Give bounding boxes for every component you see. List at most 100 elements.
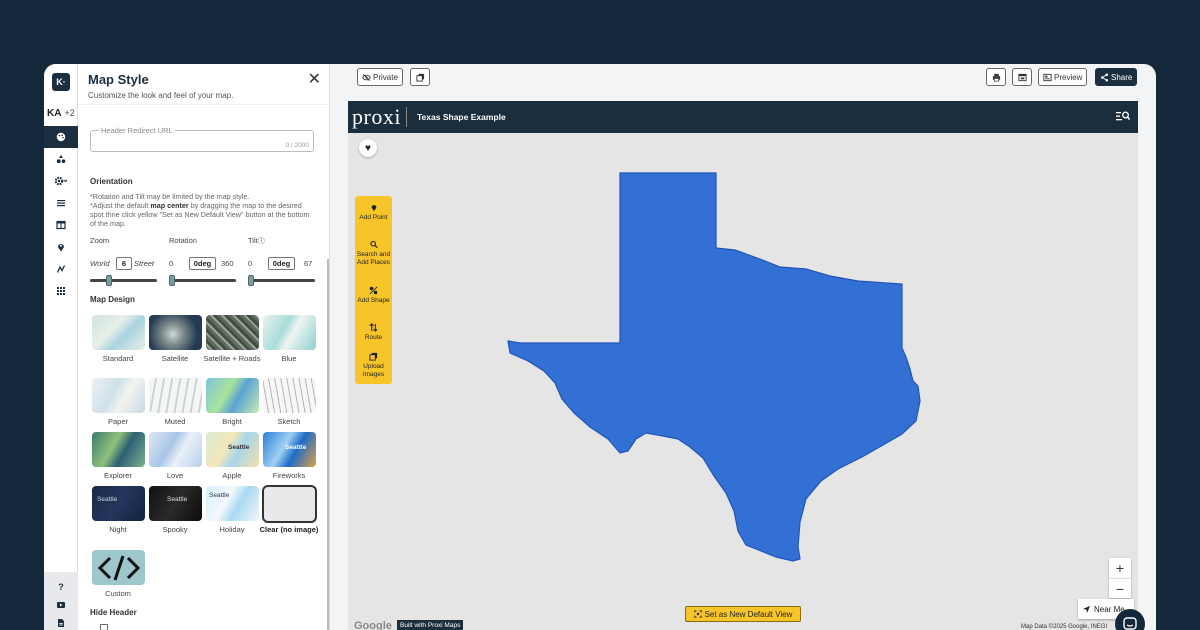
zoom-out-button[interactable]: −	[1109, 578, 1131, 598]
zoom-label: Zoom	[90, 236, 110, 245]
tile-text: Seattle	[167, 496, 188, 503]
hide-header-checkbox[interactable]	[100, 624, 108, 630]
orientation-note: *Rotation and Tilt may be limited by the…	[90, 192, 312, 228]
map-preview[interactable]: proxi Texas Shape Example ♥ Add Point Se…	[348, 101, 1138, 630]
rotation-slider-thumb[interactable]	[169, 275, 175, 286]
list-icon[interactable]	[44, 192, 78, 214]
app-logo[interactable]: K·	[52, 73, 70, 91]
tilt-slider-track[interactable]	[248, 279, 315, 282]
nav-rail: K· KA +2 ?	[44, 64, 78, 630]
search-places-tool[interactable]: Search and Add Places	[355, 240, 392, 266]
set-default-view-button[interactable]: Set as New Default View	[685, 606, 801, 622]
add-shape-tool[interactable]: Add Shape	[355, 286, 392, 305]
panel-title: Map Style	[88, 72, 149, 87]
style-satellite-roads[interactable]	[206, 315, 259, 350]
style-clear[interactable]	[262, 485, 317, 523]
search-icon	[369, 240, 378, 249]
preview-button[interactable]: Preview	[1038, 68, 1088, 86]
app-window: K· KA +2 ? Map Style Customize the look a…	[44, 64, 1156, 630]
gear-icon[interactable]	[44, 170, 78, 192]
style-blue[interactable]	[263, 315, 316, 350]
tile-text: Seattle	[97, 496, 118, 503]
panel-scrollbar[interactable]	[327, 259, 329, 630]
rotation-input[interactable]: 0deg	[189, 257, 216, 270]
tilt-label: Tiltⓘ	[248, 236, 265, 245]
grid-icon[interactable]	[44, 280, 78, 302]
style-bright[interactable]	[206, 378, 259, 413]
style-label: Blue	[281, 354, 297, 363]
style-satellite[interactable]	[149, 315, 202, 350]
embed-button[interactable]	[1012, 68, 1032, 86]
add-point-tool[interactable]: Add Point	[355, 203, 392, 222]
rotation-min: 0	[169, 259, 174, 268]
avatar[interactable]: KA +2	[47, 108, 75, 119]
header-redirect-url-field[interactable]: Header Redirect URL 0 / 2000	[90, 126, 314, 152]
style-custom[interactable]	[92, 550, 145, 585]
tilt-min: 0	[248, 259, 253, 268]
note-line: *Adjust the default map center by draggi…	[90, 201, 310, 228]
tilt-max: 67	[304, 259, 313, 268]
zoom-slider-track[interactable]	[90, 279, 157, 282]
route-icon[interactable]	[44, 258, 78, 280]
style-label: Explorer	[104, 471, 132, 480]
style-label: Holiday	[219, 525, 245, 534]
private-button[interactable]: Private	[357, 68, 403, 86]
map-attribution[interactable]: Map Data ©2025 Google, INEGI	[1021, 624, 1107, 630]
document-icon[interactable]	[44, 612, 78, 630]
close-icon[interactable]: ✕	[308, 69, 321, 89]
duplicate-button[interactable]	[410, 68, 430, 86]
palette-icon[interactable]	[44, 126, 78, 148]
char-counter: 0 / 2000	[285, 142, 310, 149]
tilt-input[interactable]: 0deg	[268, 257, 295, 270]
style-holiday[interactable]: Seattle	[206, 486, 259, 521]
route-icon	[369, 323, 378, 332]
style-paper[interactable]	[92, 378, 145, 413]
heart-icon[interactable]: ♥	[359, 139, 377, 157]
style-label: Satellite + Roads	[203, 354, 261, 363]
tile-text: Seattle	[285, 444, 307, 451]
share-icon	[1100, 73, 1109, 81]
texas-shape[interactable]	[507, 172, 921, 562]
style-label: Sketch	[277, 417, 301, 426]
shapes-icon[interactable]	[44, 148, 78, 170]
pin-icon	[371, 205, 376, 212]
rail-bottom: ?	[44, 572, 78, 630]
calendar-icon	[1017, 73, 1027, 81]
zoom-slider-thumb[interactable]	[106, 275, 113, 286]
style-explorer[interactable]	[92, 432, 145, 467]
tile-text: Seattle	[209, 492, 230, 499]
style-spooky[interactable]: Seattle	[149, 486, 202, 521]
zoom-min: World	[90, 259, 110, 268]
style-label: Satellite	[161, 354, 189, 363]
style-love[interactable]	[149, 432, 202, 467]
style-label: Love	[166, 471, 184, 480]
print-button[interactable]	[986, 68, 1006, 86]
style-muted[interactable]	[149, 378, 202, 413]
focus-icon	[693, 610, 702, 618]
zoom-input[interactable]: 6	[116, 257, 132, 270]
table-icon[interactable]	[44, 214, 78, 236]
zoom-in-button[interactable]: +	[1109, 558, 1131, 578]
zoom-max: Street	[134, 259, 155, 268]
share-button[interactable]: Share	[1095, 68, 1138, 86]
avatar-extra: +2	[64, 108, 75, 118]
pin-icon[interactable]	[44, 236, 78, 258]
copy-icon	[415, 73, 424, 82]
images-icon	[369, 352, 378, 361]
orientation-heading: Orientation	[90, 177, 133, 186]
texas-shape-layer	[507, 172, 921, 562]
style-fireworks[interactable]: Seattle	[263, 432, 316, 467]
style-sketch[interactable]	[263, 378, 316, 413]
style-standard[interactable]	[92, 315, 145, 350]
built-with-badge[interactable]: Built with Proxi Maps	[397, 620, 464, 630]
preview-icon	[1043, 73, 1052, 81]
route-tool[interactable]: Route	[355, 323, 392, 342]
tilt-slider-thumb[interactable]	[248, 275, 254, 286]
upload-images-tool[interactable]: Upload Images	[355, 352, 392, 378]
style-label: Bright	[222, 417, 242, 426]
style-apple[interactable]: Seattle	[206, 432, 259, 467]
printer-icon	[992, 73, 1000, 81]
style-night[interactable]: Seattle	[92, 486, 145, 521]
info-icon: ⓘ	[257, 238, 265, 245]
rotation-slider-track[interactable]	[169, 279, 236, 282]
